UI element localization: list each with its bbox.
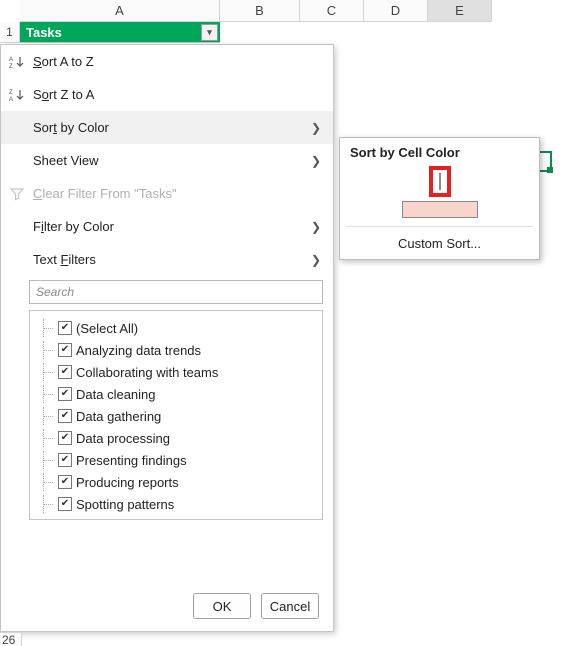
svg-text:A: A — [9, 57, 13, 63]
cell-A1[interactable]: Tasks ▾ — [20, 22, 220, 43]
clear-filter-label: Clear Filter From "Tasks" — [33, 186, 177, 201]
filter-value-item[interactable]: Presenting findings — [34, 449, 318, 471]
custom-sort[interactable]: Custom Sort... — [340, 227, 539, 259]
sort-by-color-label: Sort by Color — [33, 120, 109, 135]
filter-value-label: Presenting findings — [76, 453, 187, 468]
column-header-E[interactable]: E — [428, 0, 492, 22]
checkbox-icon[interactable] — [58, 431, 72, 445]
sort-asc-icon: A Z — [7, 52, 27, 72]
ok-button[interactable]: OK — [193, 593, 251, 619]
row-header-26[interactable]: 26 — [0, 632, 22, 646]
column-header-A[interactable]: A — [20, 0, 220, 22]
chevron-right-icon: ❯ — [311, 220, 321, 234]
filter-value-item[interactable]: Spotting patterns — [34, 493, 318, 515]
checkbox-icon[interactable] — [58, 409, 72, 423]
filter-by-color-label: Filter by Color — [33, 219, 114, 234]
filter-value-label: Data processing — [76, 431, 170, 446]
row-header-1[interactable]: 1 — [0, 22, 20, 43]
filter-value-item[interactable]: Producing reports — [34, 471, 318, 493]
checkbox-icon[interactable] — [58, 387, 72, 401]
column-header-C[interactable]: C — [300, 0, 364, 22]
filter-by-color[interactable]: Filter by Color ❯ — [1, 210, 333, 243]
filter-value-label: Data cleaning — [76, 387, 156, 402]
color-swatch-pink[interactable] — [402, 201, 478, 218]
checkbox-icon[interactable] — [58, 365, 72, 379]
filter-value-item[interactable]: Collaborating with teams — [34, 361, 318, 383]
filter-value-item[interactable]: Data gathering — [34, 405, 318, 427]
sort-by-color[interactable]: Sort by Color ❯ — [1, 111, 333, 144]
sheet-view[interactable]: Sheet View ❯ — [1, 144, 333, 177]
clear-filter-icon — [7, 184, 27, 204]
sort-desc-label: Sort Z to A — [33, 87, 94, 102]
filter-value-item[interactable]: Data cleaning — [34, 383, 318, 405]
column-header-B[interactable]: B — [220, 0, 300, 22]
sheet-view-label: Sheet View — [33, 153, 99, 168]
checkbox-icon[interactable] — [58, 343, 72, 357]
text-filters[interactable]: Text Filters ❯ — [1, 243, 333, 276]
filter-value-label: Data gathering — [76, 409, 161, 424]
filter-value-label: Analyzing data trends — [76, 343, 201, 358]
sort-desc-icon: Z A — [7, 85, 27, 105]
checkbox-icon[interactable] — [58, 475, 72, 489]
filter-value-label: Spotting patterns — [76, 497, 174, 512]
svg-text:Z: Z — [9, 64, 13, 70]
annotation-highlight — [429, 166, 451, 197]
svg-text:Z: Z — [9, 90, 13, 96]
filter-value-select-all[interactable]: (Select All) — [34, 317, 318, 339]
filter-dropdown-button[interactable]: ▾ — [201, 24, 218, 41]
filter-value-label: Producing reports — [76, 475, 179, 490]
filter-search-input[interactable]: Search — [29, 280, 323, 304]
sort-asc-label: Sort A to Z — [33, 54, 94, 69]
column-header-D[interactable]: D — [364, 0, 428, 22]
filter-value-label: (Select All) — [76, 321, 138, 336]
autofilter-menu: A Z Sort A to Z Z A Sort Z to A Sort by … — [0, 44, 334, 632]
chevron-right-icon: ❯ — [311, 253, 321, 267]
filter-value-label: Collaborating with teams — [76, 365, 218, 380]
submenu-title: Sort by Cell Color — [340, 142, 539, 166]
checkbox-icon[interactable] — [58, 321, 72, 335]
chevron-right-icon: ❯ — [311, 154, 321, 168]
sort-ascending[interactable]: A Z Sort A to Z — [1, 45, 333, 78]
filter-values-list[interactable]: (Select All) Analyzing data trends Colla… — [29, 310, 323, 520]
filter-value-item[interactable]: Data processing — [34, 427, 318, 449]
chevron-down-icon: ▾ — [207, 27, 212, 38]
checkbox-icon[interactable] — [58, 453, 72, 467]
checkbox-icon[interactable] — [58, 497, 72, 511]
svg-text:A: A — [9, 97, 13, 103]
filter-value-item[interactable]: Analyzing data trends — [34, 339, 318, 361]
cancel-button[interactable]: Cancel — [261, 593, 319, 619]
chevron-right-icon: ❯ — [311, 121, 321, 135]
color-swatch-green[interactable] — [439, 173, 441, 190]
text-filters-label: Text Filters — [33, 252, 96, 267]
cell-A1-text: Tasks — [26, 25, 62, 40]
clear-filter: Clear Filter From "Tasks" — [1, 177, 333, 210]
sort-descending[interactable]: Z A Sort Z to A — [1, 78, 333, 111]
sort-by-color-submenu: Sort by Cell Color Custom Sort... — [339, 137, 540, 260]
